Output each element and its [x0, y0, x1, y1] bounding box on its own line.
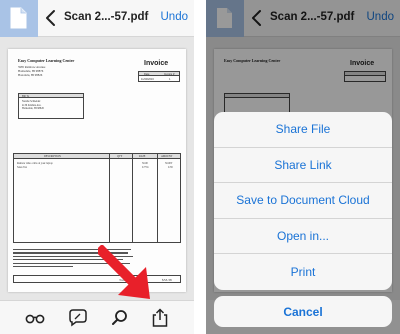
file-title: Scan 2...-57.pdf [64, 11, 149, 23]
invoice-number: 1 [169, 77, 171, 81]
total-value: $53.38 [162, 278, 172, 282]
undo-button[interactable]: Undo [161, 11, 189, 23]
column-header: DESCRIPTION [44, 155, 61, 158]
invoice-date: 11/30/2016 [141, 77, 154, 81]
item-description: Sales Tax [17, 166, 27, 169]
date-header: Date [144, 72, 150, 76]
line-items-table: DESCRIPTION QTY RATE AMOUNT Remote video… [13, 153, 181, 243]
invoice-title: Invoice [144, 60, 169, 67]
right-screen: Scan 2...-57.pdf Undo Easy Computer Lear… [206, 0, 400, 334]
bill-to-line: Homedale, HI 98826 [22, 107, 44, 110]
item-rate: 50.00 [142, 162, 148, 165]
save-to-document-cloud-option[interactable]: Save to Document Cloud [214, 183, 392, 219]
bill-to-label: Bill To [22, 94, 30, 98]
comment-icon[interactable] [68, 308, 88, 328]
invoice-number-header: Invoice # [164, 72, 175, 76]
item-description: Remote video calls on your laptop [17, 162, 53, 165]
company-name: Easy Computer Learning Center [18, 58, 75, 63]
document-icon [10, 7, 27, 29]
top-bar: Scan 2...-57.pdf Undo [0, 0, 194, 37]
column-header: RATE [139, 155, 146, 158]
column-header: AMOUNT [161, 155, 173, 158]
document-viewer[interactable]: Easy Computer Learning Center 5985 Rainb… [0, 37, 194, 300]
screenshot-composite: Scan 2...-57.pdf Undo Easy Computer Lear… [0, 0, 400, 334]
share-icon[interactable] [150, 308, 170, 328]
item-amount: 0.38 [168, 166, 173, 169]
print-option[interactable]: Print [214, 254, 392, 290]
back-chevron-icon[interactable] [44, 9, 58, 27]
left-screen: Scan 2...-57.pdf Undo Easy Computer Lear… [0, 0, 194, 334]
invoice-info-table: Date Invoice # 11/30/2016 1 [138, 71, 180, 82]
document-tab[interactable] [0, 0, 38, 37]
share-link-option[interactable]: Share Link [214, 148, 392, 184]
share-action-sheet: Share File Share Link Save to Document C… [214, 112, 392, 290]
search-icon[interactable] [110, 308, 130, 328]
cancel-button[interactable]: Cancel [214, 296, 392, 327]
address-line: Honolulu, HI 98826 [18, 73, 43, 77]
share-file-option[interactable]: Share File [214, 112, 392, 148]
bill-to-box: Bill To Natalie Schneider 4136 Krishna A… [18, 93, 84, 119]
item-rate: 0.75% [142, 166, 149, 169]
glasses-icon[interactable] [25, 308, 45, 328]
bottom-toolbar [0, 300, 194, 334]
column-header: QTY [117, 155, 123, 158]
item-amount: 50.00T [165, 162, 173, 165]
open-in-option[interactable]: Open in... [214, 219, 392, 255]
red-arrow-annotation [98, 245, 150, 299]
